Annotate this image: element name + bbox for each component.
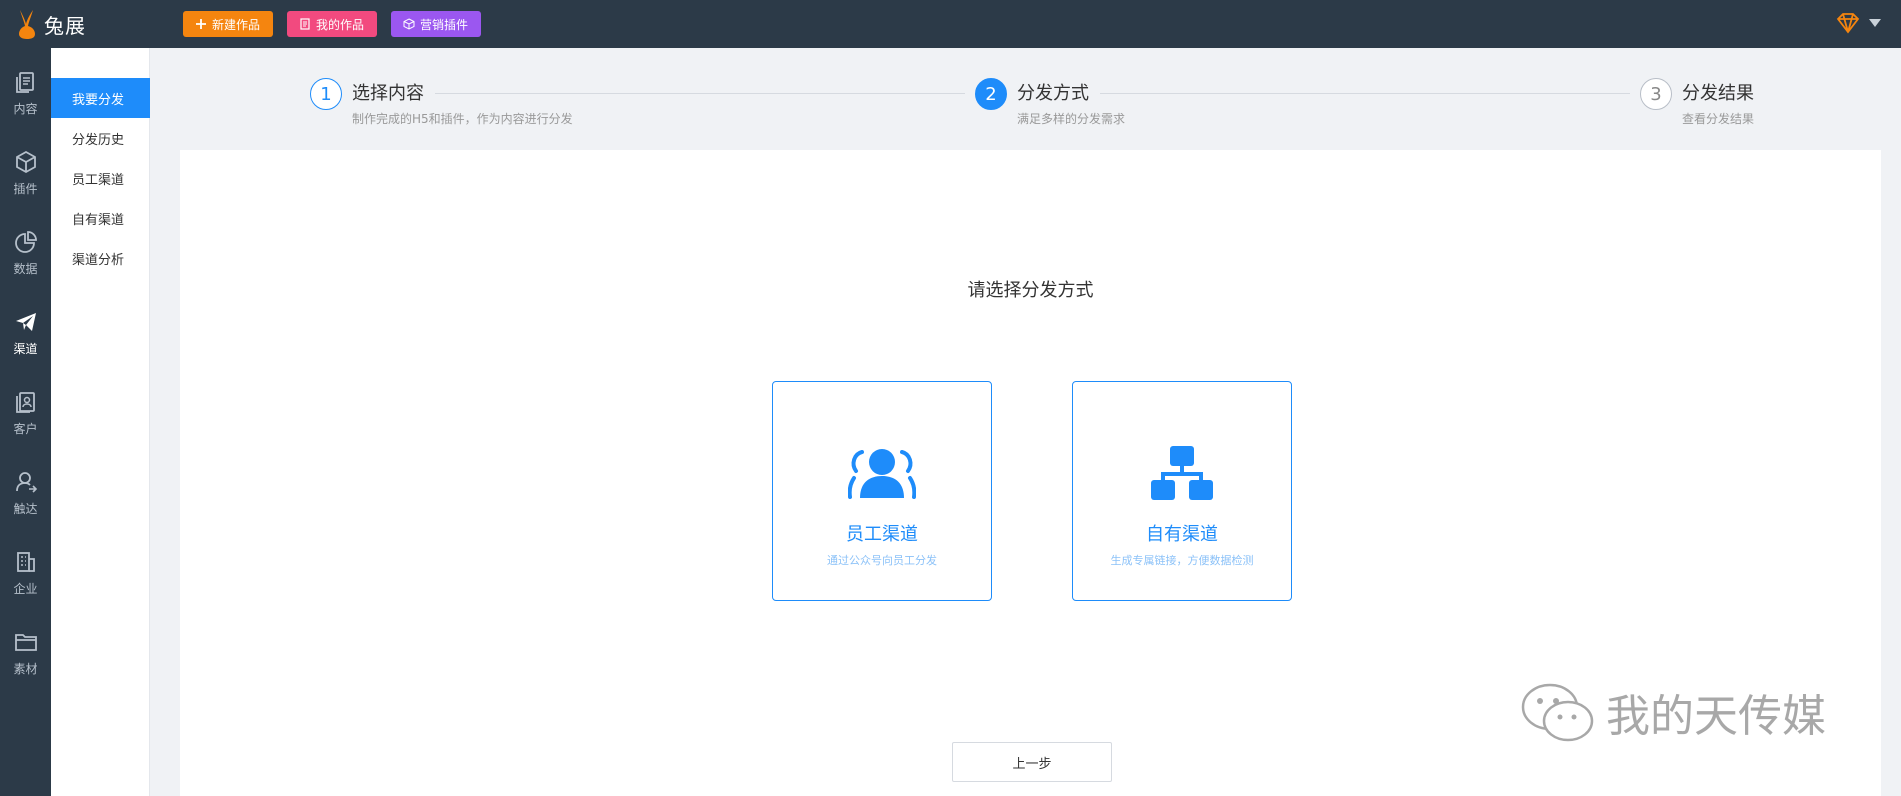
rabbit-logo-icon bbox=[19, 10, 35, 39]
step-title: 选择内容 bbox=[352, 83, 424, 104]
card-desc: 生成专属链接，方便数据检测 bbox=[1110, 554, 1254, 567]
enterprise-icon bbox=[16, 551, 35, 572]
diamond-icon bbox=[1836, 13, 1860, 34]
sub-navigation: 我要分发 分发历史 员工渠道 自有渠道 渠道分析 bbox=[51, 48, 150, 796]
top-bar: 兔展 新建作品 我的作品 营销插件 bbox=[0, 0, 1901, 48]
step-connector bbox=[1100, 93, 1630, 94]
plugin-icon bbox=[15, 150, 36, 173]
rail-item-channel[interactable]: 渠道 bbox=[0, 298, 51, 368]
card-desc: 通过公众号向员工分发 bbox=[827, 554, 937, 567]
rail-label: 企业 bbox=[13, 581, 38, 596]
logo[interactable]: 兔展 bbox=[14, 6, 86, 42]
new-work-label: 新建作品 bbox=[212, 17, 261, 32]
step-number: 2 bbox=[975, 78, 1007, 110]
org-chart-icon bbox=[1151, 446, 1213, 500]
rail-item-reach[interactable]: 触达 bbox=[0, 458, 51, 528]
watermark: 我的天传媒 bbox=[1520, 680, 1826, 744]
material-icon bbox=[14, 633, 37, 651]
customer-icon bbox=[15, 391, 35, 413]
rail-item-material[interactable]: 素材 bbox=[0, 618, 51, 688]
plus-icon bbox=[196, 19, 206, 29]
watermark-text: 我的天传媒 bbox=[1606, 691, 1826, 742]
rail-label: 插件 bbox=[13, 181, 38, 196]
my-works-button[interactable]: 我的作品 bbox=[287, 11, 377, 37]
marketing-plugin-button[interactable]: 营销插件 bbox=[391, 11, 481, 37]
rail-label: 客户 bbox=[13, 421, 38, 436]
step-3: 3 分发结果 查看分发结果 bbox=[1640, 78, 1754, 127]
caret-down-icon bbox=[1869, 19, 1881, 27]
step-2: 2 分发方式 满足多样的分发需求 bbox=[975, 78, 1125, 127]
step-number: 1 bbox=[310, 78, 342, 110]
step-title: 分发方式 bbox=[1017, 83, 1089, 104]
rail-item-content[interactable]: 内容 bbox=[0, 58, 51, 128]
card-title: 自有渠道 bbox=[1146, 524, 1218, 545]
own-channel-card[interactable]: 自有渠道 生成专属链接，方便数据检测 bbox=[1072, 381, 1292, 601]
step-desc: 制作完成的H5和插件，作为内容进行分发 bbox=[352, 112, 573, 126]
rail-item-data[interactable]: 数据 bbox=[0, 218, 51, 288]
step-desc: 查看分发结果 bbox=[1682, 112, 1755, 126]
reach-icon bbox=[15, 471, 37, 493]
icon-rail: 内容 插件 数据 渠道 客户 触达 企业 素材 bbox=[0, 48, 51, 796]
step-number: 3 bbox=[1640, 78, 1672, 110]
marketing-plugin-label: 营销插件 bbox=[420, 17, 469, 32]
subnav-item-channel-analysis[interactable]: 渠道分析 bbox=[51, 238, 150, 278]
card-title: 员工渠道 bbox=[846, 524, 918, 545]
document-icon bbox=[300, 18, 310, 30]
rail-item-customer[interactable]: 客户 bbox=[0, 378, 51, 448]
cube-icon bbox=[403, 18, 415, 30]
rail-item-enterprise[interactable]: 企业 bbox=[0, 538, 51, 608]
subnav-item-own-channel[interactable]: 自有渠道 bbox=[51, 198, 150, 238]
rail-label: 内容 bbox=[13, 101, 38, 116]
logo-text: 兔展 bbox=[44, 13, 86, 38]
step-1: 1 选择内容 制作完成的H5和插件，作为内容进行分发 bbox=[310, 78, 573, 127]
account-menu[interactable] bbox=[1835, 12, 1881, 34]
choose-method-prompt: 请选择分发方式 bbox=[967, 280, 1094, 301]
step-title: 分发结果 bbox=[1682, 83, 1754, 104]
rail-label: 数据 bbox=[13, 261, 38, 276]
step-desc: 满足多样的分发需求 bbox=[1017, 112, 1126, 126]
my-works-label: 我的作品 bbox=[316, 17, 365, 32]
users-icon bbox=[848, 449, 916, 499]
subnav-item-employee-channel[interactable]: 员工渠道 bbox=[51, 158, 150, 198]
rail-label: 渠道 bbox=[13, 341, 38, 356]
rail-label: 触达 bbox=[13, 501, 38, 516]
subnav-item-distribute[interactable]: 我要分发 bbox=[51, 78, 150, 118]
new-work-button[interactable]: 新建作品 bbox=[183, 11, 273, 37]
rail-item-plugin[interactable]: 插件 bbox=[0, 138, 51, 208]
content-icon bbox=[15, 71, 34, 93]
step-progress: 1 选择内容 制作完成的H5和插件，作为内容进行分发 2 分发方式 满足多样的分… bbox=[180, 72, 1880, 132]
channel-icon bbox=[15, 312, 36, 331]
previous-step-button[interactable]: 上一步 bbox=[952, 742, 1112, 782]
data-icon bbox=[14, 230, 37, 253]
rail-label: 素材 bbox=[13, 661, 38, 676]
wechat-icon bbox=[1521, 683, 1594, 742]
subnav-item-history[interactable]: 分发历史 bbox=[51, 118, 150, 158]
employee-channel-card[interactable]: 员工渠道 通过公众号向员工分发 bbox=[772, 381, 992, 601]
